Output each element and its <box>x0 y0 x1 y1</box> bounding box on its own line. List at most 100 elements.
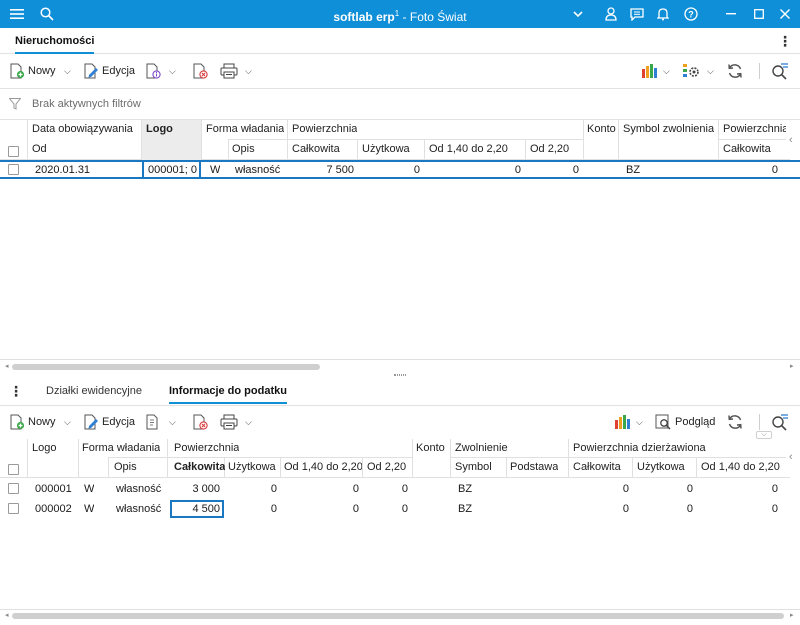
cell-od-140[interactable]: 0 <box>428 164 521 176</box>
help-icon[interactable]: ? <box>678 0 704 28</box>
header-od-140-220[interactable]: Od 1,40 do 2,20 <box>429 143 508 155</box>
new-button[interactable]: Nowy <box>9 55 56 87</box>
search-filter-button[interactable] <box>771 55 789 87</box>
cell-od-220[interactable]: 0 <box>366 503 408 515</box>
cell-forma[interactable]: W <box>84 503 94 515</box>
header-uzytkowa[interactable]: Użytkowa <box>362 143 410 155</box>
info-document-button[interactable] <box>145 55 161 87</box>
preview-button[interactable]: Podgląd <box>655 406 715 438</box>
kebab-menu-icon[interactable]: ⋮ <box>778 28 792 54</box>
select-all-checkbox[interactable] <box>8 464 19 475</box>
chart-dropdown-button[interactable]: ⌵ <box>634 406 643 438</box>
table-row[interactable]: 000002 W własność 4 500 0 0 0 BZ 0 0 0 <box>0 499 800 519</box>
header-calkowita[interactable]: Całkowita <box>292 143 340 155</box>
cell-calkowita[interactable]: 7 500 <box>292 164 354 176</box>
close-icon[interactable] <box>772 0 798 28</box>
copy-document-button[interactable] <box>145 406 161 438</box>
edit-button[interactable]: Edycja <box>83 406 135 438</box>
chat-icon[interactable] <box>624 0 650 28</box>
kebab-menu-icon[interactable]: ⋮ <box>9 378 23 404</box>
header-opis[interactable]: Opis <box>232 143 255 155</box>
header-powierzchnia-2[interactable]: Powierzchnia <box>723 123 786 135</box>
horizontal-scrollbar[interactable] <box>12 613 784 619</box>
refresh-button[interactable] <box>726 55 744 87</box>
search-filter-button[interactable] <box>771 406 789 438</box>
cell-od-140-2[interactable]: 0 <box>700 483 778 495</box>
print-button[interactable] <box>220 55 238 87</box>
header-calkowita-2[interactable]: Całkowita <box>573 461 621 473</box>
minimize-icon[interactable] <box>718 0 744 28</box>
cell-opis[interactable]: własność <box>235 164 280 176</box>
header-konto[interactable]: Konto <box>416 442 445 454</box>
cell-opis[interactable]: własność <box>116 503 161 515</box>
header-uzytkowa-2[interactable]: Użytkowa <box>637 461 685 473</box>
cell-date[interactable]: 2020.01.31 <box>35 164 90 176</box>
scroll-right-arrow[interactable]: ▸ <box>790 362 794 370</box>
bell-icon[interactable] <box>650 0 676 28</box>
new-dropdown-button[interactable]: ⌵ <box>62 406 71 438</box>
splitter-handle[interactable] <box>0 374 800 377</box>
cell-uzytkowa-2[interactable]: 0 <box>636 483 693 495</box>
header-powierzchnia[interactable]: Powierzchnia <box>174 442 239 454</box>
delete-button[interactable] <box>192 406 208 438</box>
cell-od-140[interactable]: 0 <box>284 483 359 495</box>
print-dropdown-button[interactable]: ⌵ <box>243 406 252 438</box>
cell-symbol[interactable]: BZ <box>458 483 472 495</box>
cell-forma[interactable]: W <box>210 164 220 176</box>
cell-calkowita-2[interactable]: 0 <box>572 503 629 515</box>
print-dropdown-button[interactable]: ⌵ <box>243 55 252 87</box>
cell-uzytkowa-2[interactable]: 0 <box>636 503 693 515</box>
cell-symbol[interactable]: BZ <box>626 164 640 176</box>
header-podstawa[interactable]: Podstawa <box>510 461 558 473</box>
cell-uzytkowa[interactable]: 0 <box>228 483 277 495</box>
header-powierzchnia-dzierzawiona[interactable]: Powierzchnia dzierżawiona <box>573 442 706 454</box>
user-icon[interactable] <box>598 0 624 28</box>
cell-od-140-2[interactable]: 0 <box>700 503 778 515</box>
cell-od-220[interactable]: 0 <box>366 483 408 495</box>
scroll-left-arrow[interactable]: ◂ <box>5 611 9 619</box>
header-calkowita[interactable]: Całkowita <box>174 461 225 473</box>
scroll-right-icon[interactable]: ‹ <box>789 134 793 146</box>
tab-dzialki-ewidencyjne[interactable]: Działki ewidencyjne <box>46 378 142 404</box>
maximize-icon[interactable] <box>746 0 772 28</box>
search-icon[interactable] <box>34 0 60 28</box>
cell-symbol[interactable]: BZ <box>458 503 472 515</box>
chevron-down-icon[interactable] <box>565 0 591 28</box>
cell-calkowita[interactable]: 3 000 <box>172 483 220 495</box>
cell-calkowita[interactable]: 4 500 <box>172 503 220 515</box>
tab-nieruchomosci[interactable]: Nieruchomości <box>15 28 95 54</box>
scroll-left-arrow[interactable]: ◂ <box>5 362 9 370</box>
row-checkbox[interactable] <box>8 503 19 514</box>
info-dropdown-button[interactable]: ⌵ <box>167 55 176 87</box>
refresh-button[interactable] <box>726 406 744 438</box>
header-logo[interactable]: Logo <box>146 123 173 135</box>
settings-button[interactable] <box>682 55 700 87</box>
chart-button[interactable] <box>641 55 659 87</box>
scroll-right-arrow[interactable]: ▸ <box>790 611 794 619</box>
chart-dropdown-button[interactable]: ⌵ <box>661 55 670 87</box>
header-zwolnienie[interactable]: Zwolnienie <box>455 442 508 454</box>
new-dropdown-button[interactable]: ⌵ <box>62 55 71 87</box>
header-symbol[interactable]: Symbol <box>455 461 492 473</box>
header-forma-wladania[interactable]: Forma władania <box>82 442 160 454</box>
copy-dropdown-button[interactable]: ⌵ <box>167 406 176 438</box>
edit-button[interactable]: Edycja <box>83 55 135 87</box>
header-opis[interactable]: Opis <box>114 461 137 473</box>
cell-forma[interactable]: W <box>84 483 94 495</box>
tab-informacje-do-podatku[interactable]: Informacje do podatku <box>169 378 287 404</box>
header-uzytkowa[interactable]: Użytkowa <box>228 461 276 473</box>
header-forma-wladania[interactable]: Forma władania <box>206 123 284 135</box>
header-od[interactable]: Od <box>32 143 47 155</box>
header-od-220[interactable]: Od 2,20 <box>530 143 569 155</box>
cell-logo[interactable]: 000001; 0 <box>148 164 199 176</box>
row-checkbox[interactable] <box>8 164 19 175</box>
header-logo[interactable]: Logo <box>32 442 56 454</box>
collapse-toolbar-icon[interactable]: ⌵ <box>756 431 772 439</box>
cell-opis[interactable]: własność <box>116 483 161 495</box>
filter-bar[interactable]: Brak aktywnych filtrów <box>0 88 800 120</box>
cell-od-140[interactable]: 0 <box>284 503 359 515</box>
table-row[interactable]: 000001 W własność 3 000 0 0 0 BZ 0 0 0 <box>0 479 800 499</box>
horizontal-scrollbar[interactable] <box>12 364 320 370</box>
header-data-obowiazywania[interactable]: Data obowiązywania <box>32 123 133 135</box>
scroll-right-icon[interactable]: ‹ <box>789 451 793 463</box>
